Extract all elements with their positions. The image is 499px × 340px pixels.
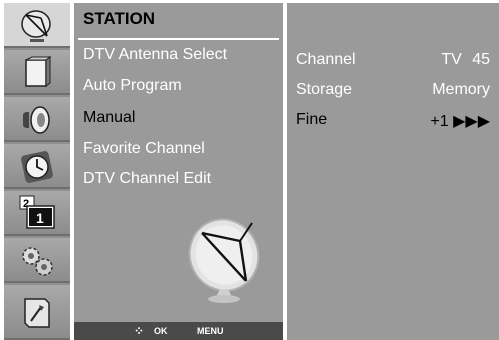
sidebar-tile-audio[interactable]: [4, 97, 70, 142]
menu-item-dtv-channel-edit[interactable]: DTV Channel Edit: [83, 170, 211, 188]
navigation-arrows-icon: ⁘: [134, 324, 145, 338]
fine-label: Fine: [296, 111, 328, 128]
pip-screen-icon: 2 1: [19, 195, 55, 229]
storage-label: Storage: [296, 81, 353, 98]
sidebar-tile-picture[interactable]: [4, 50, 70, 95]
menu-item-dtv-antenna-select[interactable]: DTV Antenna Select: [83, 46, 227, 64]
channel-value[interactable]: TV 45: [441, 51, 490, 69]
menu-hint[interactable]: MENU: [197, 326, 224, 336]
manual-tuning-panel: Channel TV 45 Storage Memory Fine +1 ▶▶▶: [287, 3, 499, 340]
speaker-icon: [23, 106, 50, 134]
storage-value[interactable]: Memory: [432, 81, 490, 99]
clock-icon: [21, 151, 53, 183]
sidebar-tile-setup[interactable]: [4, 285, 70, 340]
setup-icon: [24, 298, 50, 328]
menu-footer-bar: ⁘ OK MENU: [74, 322, 283, 340]
station-menu-panel: STATION DTV Antenna Select Auto Program …: [74, 3, 283, 340]
picture-icon: [25, 56, 52, 87]
sidebar-tile-option[interactable]: 2 1: [4, 191, 70, 236]
gears-icon: [22, 247, 53, 276]
channel-label: Channel: [296, 51, 356, 68]
sidebar-tile-lock[interactable]: [4, 238, 70, 283]
fine-tune-value[interactable]: +1 ▶▶▶: [430, 111, 490, 131]
menu-title: STATION: [83, 9, 156, 28]
menu-item-favorite-channel[interactable]: Favorite Channel: [83, 140, 205, 158]
menu-item-auto-program[interactable]: Auto Program: [83, 77, 182, 95]
satellite-dish-icon: [21, 10, 51, 42]
satellite-dish-illustration-icon: [188, 218, 260, 303]
title-divider: [78, 38, 279, 40]
tv-menu-screen: 2 1 STATION DTV Antenna Select Auto Prog…: [0, 0, 499, 340]
menu-item-manual[interactable]: Manual: [83, 109, 135, 127]
sidebar-tile-time[interactable]: [4, 144, 70, 189]
pip-number-main: 1: [36, 210, 44, 226]
sidebar-tile-station[interactable]: [4, 3, 70, 48]
ok-hint[interactable]: OK: [154, 326, 168, 336]
category-sidebar: 2 1: [4, 3, 70, 340]
